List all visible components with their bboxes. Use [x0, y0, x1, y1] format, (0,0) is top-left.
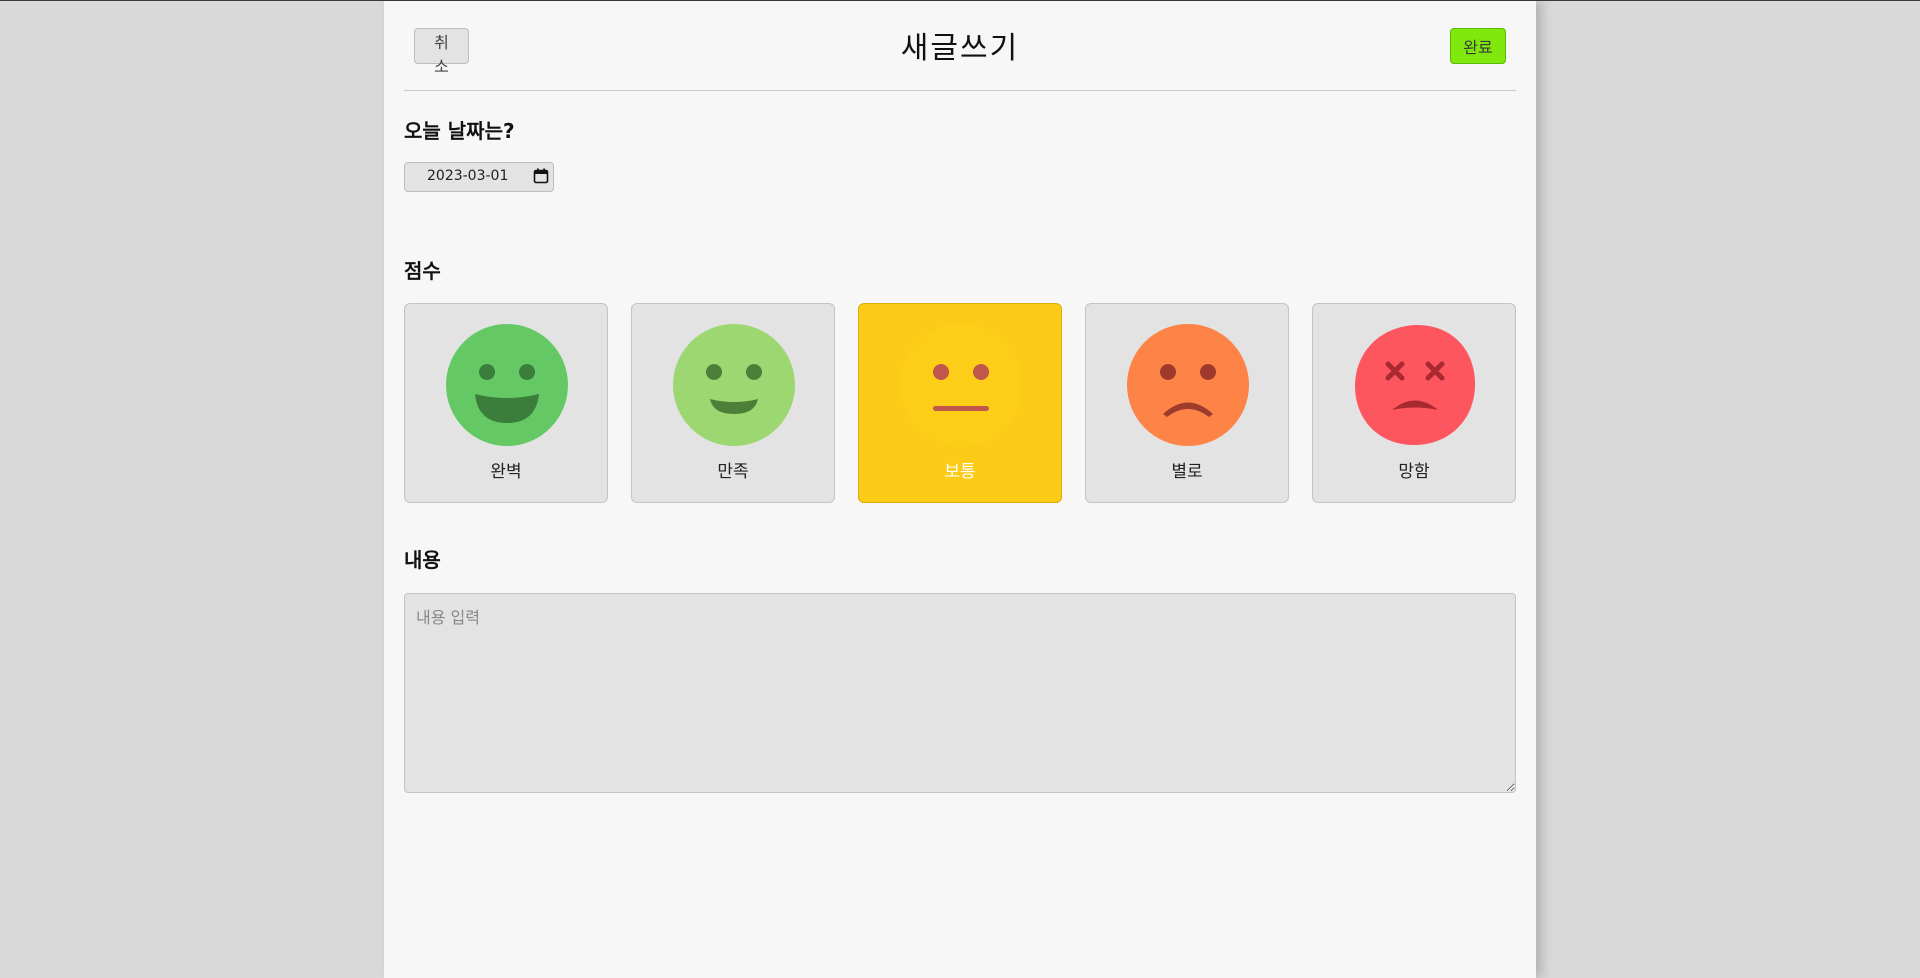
diary-editor-page: 취소 새글쓰기 완료 오늘 날짜는? 2023-03-01 점수 완벽 만족 보… — [384, 1, 1536, 978]
sad-face-icon — [1127, 324, 1249, 446]
done-button[interactable]: 완료 — [1450, 28, 1506, 64]
calendar-icon[interactable] — [533, 168, 549, 184]
emotion-selector: 완벽 만족 보통 별로 망함 — [404, 303, 1516, 503]
content-textarea[interactable] — [404, 593, 1516, 793]
header: 취소 새글쓰기 완료 — [404, 1, 1516, 91]
emotion-card-perfect[interactable]: 완벽 — [404, 303, 608, 503]
page-title: 새글쓰기 — [900, 31, 1020, 66]
score-section-title: 점수 — [404, 259, 441, 283]
emotion-card-satisfied[interactable]: 만족 — [631, 303, 835, 503]
emotion-card-bad[interactable]: 별로 — [1085, 303, 1289, 503]
emotion-card-normal[interactable]: 보통 — [858, 303, 1062, 503]
emotion-label: 만족 — [717, 462, 749, 482]
date-input[interactable]: 2023-03-01 — [404, 162, 554, 192]
neutral-face-icon — [900, 324, 1022, 446]
date-section-title: 오늘 날짜는? — [404, 119, 515, 143]
angry-face-icon — [1355, 324, 1475, 445]
emotion-label: 망함 — [1398, 462, 1430, 482]
content-section-title: 내용 — [404, 548, 441, 572]
emotion-label: 별로 — [1171, 462, 1203, 482]
emotion-card-ruined[interactable]: 망함 — [1312, 303, 1516, 503]
emotion-label: 완벽 — [490, 462, 522, 482]
very-happy-face-icon — [446, 324, 568, 446]
emotion-label: 보통 — [944, 462, 976, 482]
date-value: 2023-03-01 — [427, 168, 509, 184]
happy-face-icon — [673, 324, 795, 446]
